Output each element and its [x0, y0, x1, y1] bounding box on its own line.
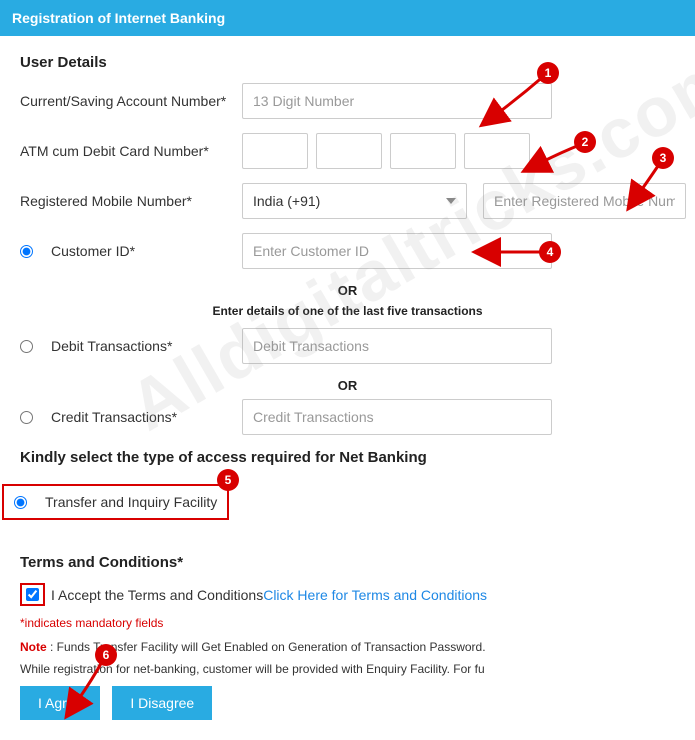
access-option-label: Transfer and Inquiry Facility — [45, 494, 217, 510]
user-details-title: User Details — [20, 54, 675, 71]
mobile-label: Registered Mobile Number* — [20, 193, 242, 209]
terms-link[interactable]: Click Here for Terms and Conditions — [263, 587, 487, 603]
customer-id-input[interactable] — [242, 233, 552, 269]
customer-id-label: Customer ID* — [51, 243, 135, 259]
terms-title: Terms and Conditions* — [20, 554, 675, 571]
country-code-select[interactable]: India (+91) — [242, 183, 467, 219]
country-code-value: India (+91) — [253, 193, 320, 209]
atm-label: ATM cum Debit Card Number* — [20, 143, 242, 159]
access-option-box: Transfer and Inquiry Facility — [2, 484, 229, 520]
customer-id-row: Customer ID* — [20, 233, 675, 269]
account-label: Current/Saving Account Number* — [20, 93, 242, 109]
terms-accept-text: I Accept the Terms and Conditions — [51, 587, 263, 603]
page-title: Registration of Internet Banking — [12, 10, 225, 26]
account-row: Current/Saving Account Number* — [20, 83, 675, 119]
atm-seg-1[interactable] — [242, 133, 308, 169]
note-label: Note — [20, 640, 47, 654]
credit-label: Credit Transactions* — [51, 409, 177, 425]
credit-input[interactable] — [242, 399, 552, 435]
mobile-input[interactable] — [483, 183, 686, 219]
chevron-down-icon — [446, 198, 456, 204]
terms-accept-row: I Accept the Terms and Conditions Click … — [20, 583, 675, 606]
page-header: Registration of Internet Banking — [0, 0, 695, 36]
atm-seg-3[interactable] — [390, 133, 456, 169]
atm-seg-2[interactable] — [316, 133, 382, 169]
note-2: While registration for net-banking, cust… — [20, 662, 675, 676]
form-container: User Details Current/Saving Account Numb… — [0, 36, 695, 740]
terms-checkbox[interactable] — [26, 588, 39, 601]
note-1-text: : Funds Transfer Facility will Get Enabl… — [47, 640, 486, 654]
access-radio[interactable] — [14, 496, 27, 509]
or-text-2: OR — [20, 378, 675, 393]
debit-row: Debit Transactions* — [20, 328, 675, 364]
disagree-button[interactable]: I Disagree — [112, 686, 212, 720]
access-title: Kindly select the type of access require… — [20, 449, 675, 466]
debit-input[interactable] — [242, 328, 552, 364]
mandatory-note: *indicates mandatory fields — [20, 616, 675, 630]
or-text-1: OR — [20, 283, 675, 298]
debit-radio[interactable] — [20, 340, 33, 353]
credit-row: Credit Transactions* — [20, 399, 675, 435]
customer-id-radio[interactable] — [20, 245, 33, 258]
atm-row: ATM cum Debit Card Number* — [20, 133, 675, 169]
debit-label: Debit Transactions* — [51, 338, 172, 354]
button-row: I Agree I Disagree — [20, 686, 675, 720]
note-1: Note : Funds Transfer Facility will Get … — [20, 640, 675, 654]
credit-radio[interactable] — [20, 411, 33, 424]
mobile-row: Registered Mobile Number* India (+91) — [20, 183, 675, 219]
atm-seg-4[interactable] — [464, 133, 530, 169]
account-input[interactable] — [242, 83, 552, 119]
last-five-text: Enter details of one of the last five tr… — [20, 304, 675, 318]
terms-checkbox-wrap — [20, 583, 45, 606]
agree-button[interactable]: I Agree — [20, 686, 100, 720]
